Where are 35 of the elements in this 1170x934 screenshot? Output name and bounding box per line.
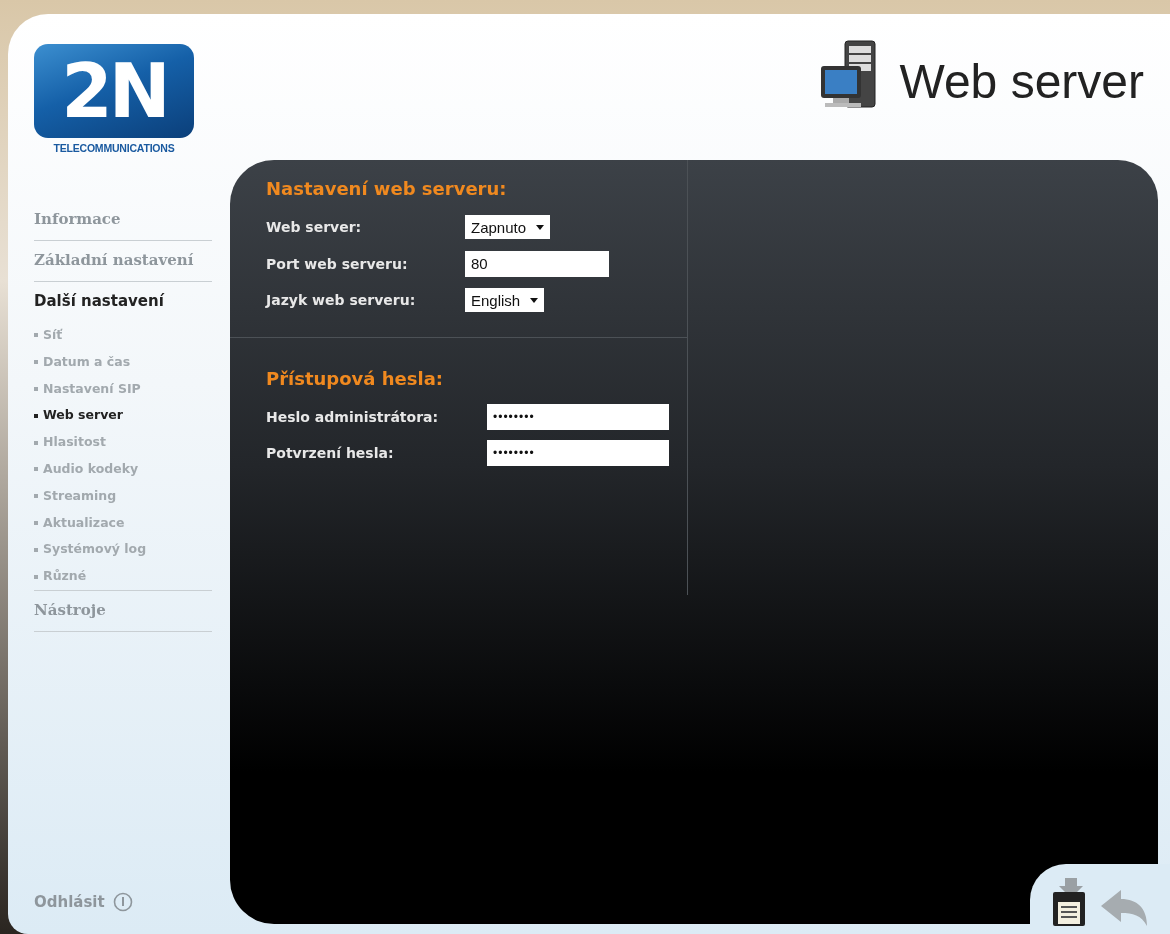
nav-item[interactable]: Hlasitost bbox=[34, 429, 212, 456]
nav-section[interactable]: Nástroje bbox=[34, 590, 212, 631]
nav-item[interactable]: Systémový log bbox=[34, 536, 212, 564]
nav-item[interactable]: Streaming bbox=[34, 482, 212, 510]
caret-icon bbox=[536, 224, 545, 230]
logo: 2N bbox=[34, 44, 194, 138]
logout-link[interactable]: Odhlásit bbox=[34, 892, 230, 912]
nav-item[interactable]: Síť bbox=[34, 322, 212, 349]
nav-item[interactable]: Web server bbox=[34, 402, 212, 430]
field-label: Port web serveru: bbox=[266, 255, 409, 272]
nav-section[interactable]: Základní nastavení bbox=[34, 241, 212, 281]
nav-item[interactable]: Nastavení SIP bbox=[34, 375, 212, 403]
section-heading: Nastavení web serveru: bbox=[266, 178, 508, 199]
logo-tagline: TELECOMMUNICATIONS bbox=[53, 142, 175, 154]
save-icon[interactable] bbox=[1051, 876, 1087, 928]
field-label: Potvrzení hesla: bbox=[266, 445, 395, 462]
nav-item[interactable]: Aktualizace bbox=[34, 509, 212, 537]
dropdown[interactable]: English bbox=[465, 288, 545, 313]
nav-item[interactable]: Datum a čas bbox=[34, 348, 212, 376]
password-field[interactable]: •••••••• bbox=[487, 440, 669, 467]
section-heading: Přístupová hesla: bbox=[266, 367, 445, 389]
nav-item[interactable]: Audio kodeky bbox=[34, 456, 212, 483]
power-icon[interactable] bbox=[112, 892, 133, 912]
field-label: Jazyk web serveru: bbox=[266, 292, 417, 309]
back-arrow-icon[interactable] bbox=[1099, 888, 1149, 928]
password-field[interactable]: •••••••• bbox=[487, 403, 669, 430]
dropdown[interactable]: Zapnuto bbox=[465, 215, 551, 240]
field-label: Web server: bbox=[266, 219, 363, 236]
nav-section[interactable]: Další nastavení bbox=[34, 282, 212, 322]
field-label: Heslo administrátora: bbox=[266, 408, 440, 425]
input-field[interactable]: 80 bbox=[465, 250, 609, 277]
nav-section[interactable]: Informace bbox=[34, 200, 212, 240]
page-title: Web server bbox=[899, 58, 1144, 106]
caret-icon bbox=[530, 297, 539, 303]
nav-item[interactable]: Různé bbox=[34, 563, 212, 590]
